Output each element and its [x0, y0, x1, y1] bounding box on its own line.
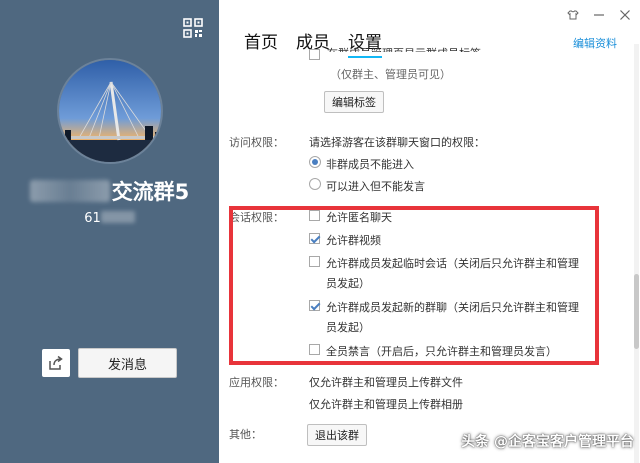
- access-option-no-entry-radio[interactable]: [309, 156, 321, 168]
- mute-all-label[interactable]: 全员禁言（开启后，只允许群主和管理员发言）: [326, 343, 557, 359]
- share-icon: [49, 355, 63, 370]
- temp-session-label-cont: 员发起）: [326, 277, 370, 290]
- app-permission-files: 仅允许群主和管理员上传群文件: [309, 376, 463, 389]
- anonymous-chat-checkbox[interactable]: [309, 210, 320, 221]
- scrollbar-thumb[interactable]: [634, 274, 639, 349]
- group-video-label[interactable]: 允许群视频: [326, 232, 381, 248]
- group-name: 交流群5: [0, 176, 219, 206]
- new-group-chat-label-cont: 员发起）: [326, 321, 370, 334]
- access-prompt: 请选择游客在该群聊天窗口的权限：: [309, 136, 485, 149]
- app-permission-label: 应用权限：: [229, 376, 284, 389]
- temp-session-label[interactable]: 允许群成员发起临时会话（关闭后只允许群主和管理: [326, 255, 579, 271]
- new-group-chat-checkbox[interactable]: [309, 300, 320, 311]
- anonymous-chat-label[interactable]: 允许匿名聊天: [326, 209, 392, 225]
- quit-group-button[interactable]: 退出该群: [307, 424, 367, 446]
- group-profile-panel: 交流群5 61 发消息: [0, 0, 219, 463]
- skin-button[interactable]: [566, 8, 580, 22]
- watermark: 头条 @企客宝客户管理平台: [461, 434, 634, 450]
- new-group-chat-label[interactable]: 允许群成员发起新的群聊（关闭后只允许群主和管理: [326, 299, 579, 315]
- share-button[interactable]: [42, 349, 70, 377]
- minimize-icon: [594, 14, 604, 16]
- send-message-button[interactable]: 发消息: [78, 348, 177, 378]
- group-avatar[interactable]: [57, 58, 163, 164]
- session-permission-label: 会话权限：: [229, 211, 284, 224]
- group-name-text: 交流群5: [111, 180, 190, 204]
- member-tag-label: 在群成员管理页显示群成员标签: [327, 45, 481, 52]
- group-video-checkbox[interactable]: [309, 233, 320, 244]
- settings-panel: 首页 成员 设置 编辑资料 在群成员管理页显示群成员标签 （仅群主、管理员可见）…: [219, 0, 640, 463]
- temp-session-checkbox[interactable]: [309, 256, 320, 267]
- access-permission-label: 访问权限：: [229, 136, 284, 149]
- minimize-button[interactable]: [592, 8, 606, 22]
- scrollbar[interactable]: [634, 44, 639, 463]
- close-button[interactable]: [618, 8, 632, 22]
- access-option-view-only-label[interactable]: 可以进入但不能发言: [326, 178, 425, 194]
- settings-scroll-area[interactable]: 在群成员管理页显示群成员标签 （仅群主、管理员可见） 编辑标签 访问权限： 请选…: [219, 44, 640, 463]
- highlight-annotation: [229, 206, 599, 365]
- access-option-view-only-radio[interactable]: [309, 178, 321, 190]
- mute-all-checkbox[interactable]: [309, 344, 320, 355]
- access-option-no-entry-label[interactable]: 非群成员不能进入: [326, 156, 414, 172]
- member-tag-note: （仅群主、管理员可见）: [330, 68, 451, 81]
- other-label: 其他：: [229, 428, 262, 441]
- edit-tags-button[interactable]: 编辑标签: [324, 91, 384, 113]
- member-tag-checkbox[interactable]: [309, 49, 320, 60]
- app-permission-albums: 仅允许群主和管理员上传群相册: [309, 398, 463, 411]
- window-controls: [566, 8, 632, 22]
- group-id: 61: [0, 211, 219, 226]
- qr-code-icon[interactable]: [183, 18, 203, 38]
- close-icon: [620, 10, 630, 20]
- shirt-icon: [567, 10, 579, 20]
- redacted-text: [29, 180, 110, 202]
- redacted-id: [100, 211, 135, 223]
- group-id-text: 61: [84, 211, 101, 226]
